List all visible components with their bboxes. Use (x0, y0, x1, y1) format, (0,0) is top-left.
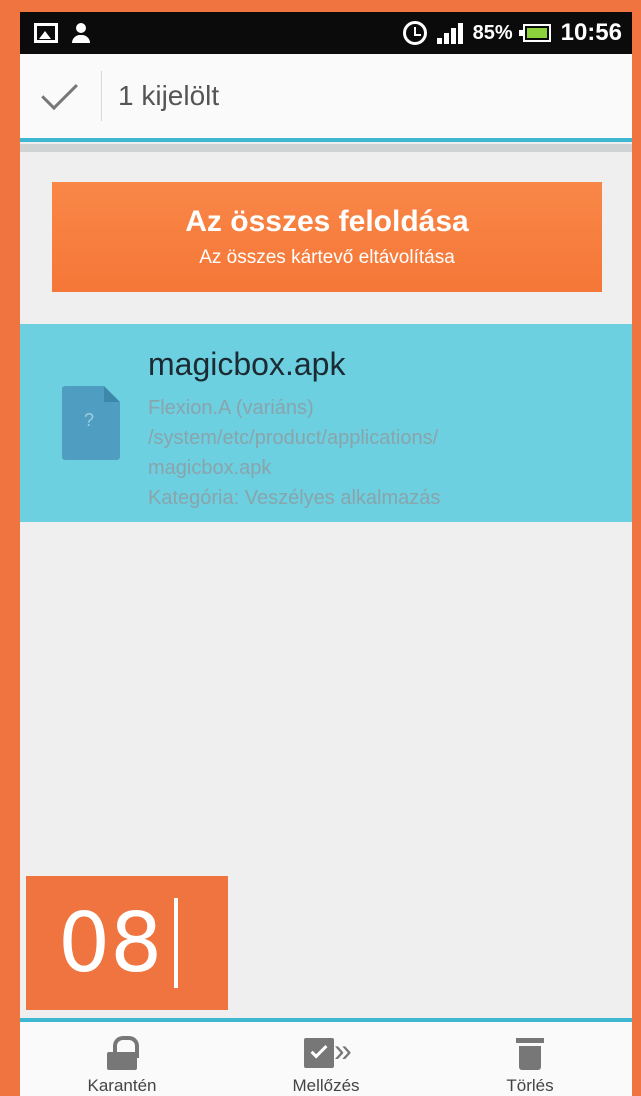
threat-category: Kategória: Veszélyes alkalmazás (148, 487, 441, 509)
image-icon (34, 23, 58, 43)
battery-percent: 85% (472, 21, 513, 44)
unlock-all-subtitle: Az összes kártevő eltávolítása (199, 247, 455, 268)
ignore-button[interactable]: Mellőzés (224, 1022, 428, 1096)
action-bar: 1 kijelölt (20, 54, 632, 142)
clock: 10:56 (560, 19, 622, 46)
unlock-all-button[interactable]: Az összes feloldása Az összes kártevő el… (52, 182, 602, 292)
divider (20, 144, 632, 152)
check-icon (40, 73, 78, 111)
ignore-label: Mellőzés (292, 1076, 360, 1095)
alarm-icon (402, 21, 427, 45)
threat-path-line1: /system/etc/product/applications/ (148, 427, 439, 449)
ignore-icon (304, 1032, 352, 1070)
unlock-all-title: Az összes feloldása (185, 205, 469, 238)
quarantine-button[interactable]: Karantén (20, 1022, 224, 1096)
battery-icon (518, 24, 551, 42)
lock-icon (107, 1036, 139, 1070)
person-icon (72, 23, 90, 43)
signal-icon (436, 22, 463, 44)
trash-icon (516, 1036, 544, 1070)
step-number-badge: 08 (26, 876, 228, 1010)
selected-count: 1 kijelölt (118, 80, 220, 111)
bottom-action-bar: Karantén Mellőzés Törlés (20, 1018, 632, 1096)
delete-label: Törlés (506, 1076, 554, 1095)
badge-bar (174, 898, 179, 988)
threat-list-item[interactable]: ? magicbox.apk Flexion.A (variáns) /syst… (20, 324, 632, 522)
threat-file-name: magicbox.apk (148, 346, 346, 382)
delete-button[interactable]: Törlés (428, 1022, 632, 1096)
quarantine-label: Karantén (87, 1076, 157, 1095)
status-bar: 85% 10:56 (20, 12, 632, 54)
step-number: 08 (58, 895, 163, 991)
threat-path-line2: magicbox.apk (148, 457, 272, 479)
phone-screen: 85% 10:56 1 kijelölt Az összes feloldása… (20, 12, 632, 1096)
done-button[interactable] (20, 71, 102, 121)
unknown-file-icon: ? (62, 386, 120, 460)
threat-variant: Flexion.A (variáns) (148, 397, 314, 419)
